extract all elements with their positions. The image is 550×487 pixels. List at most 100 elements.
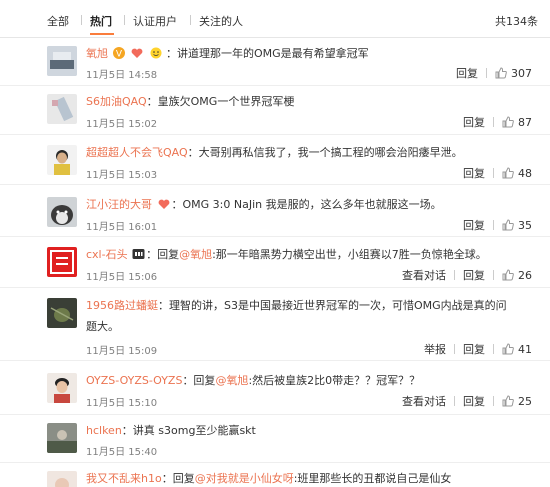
like-count: 26: [518, 268, 532, 282]
tab-all[interactable]: 全部: [47, 13, 69, 29]
vip-v-icon: V: [112, 47, 125, 64]
comment-item: cxl-石头 ：回复@氧旭:那一年暗黑势力横空出世，小组赛以7胜一负惊艳全球。 …: [0, 237, 550, 288]
like-button[interactable]: 87: [502, 116, 532, 129]
comment-panel: 全部 热门 认证用户 关注的人 共134条 氧旭 V ：讲道理那一年的OMG是最…: [0, 0, 550, 487]
comment-separator: ：: [158, 299, 169, 312]
comment-username[interactable]: 江小汪的大哥: [86, 198, 152, 211]
view-conversation-button[interactable]: 查看对话: [402, 393, 446, 409]
comment-username[interactable]: 超超超人不会飞QAQ: [86, 146, 188, 159]
avatar[interactable]: [47, 145, 77, 175]
thumbs-up-icon: [502, 167, 514, 179]
tab-verified[interactable]: 认证用户: [133, 13, 177, 29]
avatar[interactable]: [47, 94, 77, 124]
comment-username[interactable]: cxl-石头: [86, 248, 128, 261]
thumbs-up-icon: [502, 269, 514, 281]
comment-username[interactable]: 1956路过蟠蜓: [86, 299, 158, 312]
mention-link[interactable]: @对我就是小仙女呀: [195, 472, 294, 485]
like-count: 87: [518, 115, 532, 129]
heart-badge-icon: [130, 47, 144, 64]
comment-item: OYZS-OYZS-OYZS：回复@氧旭:然后被皇族2比0带走？？冠军？？ 11…: [0, 361, 550, 415]
avatar[interactable]: [47, 247, 77, 277]
comment-text: 理智的讲，S3是中国最接近世界冠军的一次，可惜OMG内战是真的问: [169, 299, 507, 312]
comment-text: OMG 3:0 NaJin 我是服的，这么多年也就服这一场。: [182, 198, 442, 211]
comment-time: 11月5日 14:58: [86, 70, 158, 81]
like-count: 35: [518, 218, 532, 232]
comment-text: 大哥别再私信我了，我一个搞工程的哪会治阳痿早泄。: [198, 146, 463, 159]
comment-text: :那一年暗黑势力横空出世，小组赛以7胜一负惊艳全球。: [212, 248, 487, 261]
avatar[interactable]: [47, 373, 77, 403]
view-conversation-button[interactable]: 查看对话: [402, 267, 446, 283]
avatar[interactable]: [47, 298, 77, 328]
emoji-face-icon: [150, 47, 162, 64]
like-button[interactable]: 41: [502, 343, 532, 356]
comment-item: 超超超人不会飞QAQ：大哥别再私信我了，我一个搞工程的哪会治阳痿早泄。 11月5…: [0, 135, 550, 185]
thumbs-up-icon: [502, 343, 514, 355]
comment-time: 11月5日 15:10: [86, 398, 158, 409]
comment-text: 讲真 s3omg至少能赢skt: [132, 424, 256, 437]
comment-time: 11月5日 15:40: [86, 447, 158, 458]
comment-separator: ：: [187, 146, 199, 159]
reply-prefix: ：回复: [146, 248, 180, 261]
like-count: 48: [518, 166, 532, 180]
comment-text-continued: 题大。: [86, 320, 119, 333]
like-count: 307: [511, 66, 532, 80]
like-button[interactable]: 35: [502, 219, 532, 232]
comment-time: 11月5日 15:09: [86, 346, 158, 357]
comment-separator: ：: [146, 95, 158, 108]
like-count: 41: [518, 342, 532, 356]
avatar[interactable]: [47, 197, 77, 227]
comment-text: :班里那些长的丑都说自己是仙女: [293, 472, 452, 485]
like-button[interactable]: 48: [502, 167, 532, 180]
thumbs-up-icon: [502, 395, 514, 407]
tab-following[interactable]: 关注的人: [199, 13, 243, 29]
like-button[interactable]: 25: [502, 395, 532, 408]
comment-item: 氧旭 V ：讲道理那一年的OMG是最有希望拿冠军 11月5日 14:58 回复 3…: [0, 38, 550, 86]
mention-link[interactable]: @氧旭: [179, 248, 212, 261]
comment-separator: ：: [166, 47, 177, 60]
comment-filter-tabs: 全部 热门 认证用户 关注的人 共134条: [0, 0, 550, 38]
comment-username[interactable]: hclken: [86, 424, 122, 437]
comment-item: 1956路过蟠蜓：理智的讲，S3是中国最接近世界冠军的一次，可惜OMG内战是真的…: [0, 288, 550, 361]
reply-button[interactable]: 回复: [463, 267, 485, 283]
comment-separator: ：: [121, 424, 133, 437]
comment-username[interactable]: 我又不乱来h1o: [86, 472, 162, 485]
reply-prefix: ：回复: [161, 472, 195, 485]
comment-username[interactable]: S6加油QAQ: [86, 95, 147, 108]
avatar[interactable]: [47, 423, 77, 453]
avatar[interactable]: [47, 46, 77, 76]
reply-button[interactable]: 回复: [463, 114, 485, 130]
tab-divider: [124, 15, 125, 25]
active-tab-indicator: [90, 33, 114, 35]
thumbs-up-icon: [502, 219, 514, 231]
thumbs-up-icon: [495, 67, 507, 79]
reply-button[interactable]: 回复: [463, 393, 485, 409]
reply-button[interactable]: 回复: [463, 165, 485, 181]
comment-text: 讲道理那一年的OMG是最有希望拿冠军: [177, 47, 369, 60]
comment-username[interactable]: OYZS-OYZS-OYZS: [86, 374, 182, 387]
comment-item: hclken：讲真 s3omg至少能赢skt 11月5日 15:40: [0, 415, 550, 463]
comment-text: 皇族欠OMG一个世界冠军梗: [157, 95, 295, 108]
like-button[interactable]: 307: [495, 67, 532, 80]
comment-text: :然后被皇族2比0带走？？冠军？？: [248, 374, 421, 387]
like-count: 25: [518, 394, 532, 408]
comment-item: 江小汪的大哥 ：OMG 3:0 NaJin 我是服的，这么多年也就服这一场。 1…: [0, 185, 550, 237]
mention-link[interactable]: @氧旭: [215, 374, 248, 387]
comment-count: 共134条: [495, 15, 538, 28]
comment-username[interactable]: 氧旭: [86, 47, 108, 60]
comment-time: 11月5日 16:01: [86, 222, 158, 233]
reply-button[interactable]: 回复: [463, 341, 485, 357]
reply-button[interactable]: 回复: [463, 217, 485, 233]
comment-time: 11月5日 15:02: [86, 119, 158, 130]
level-badge-icon: [132, 248, 145, 265]
comment-item: 我又不乱来h1o：回复@对我就是小仙女呀:班里那些长的丑都说自己是仙女: [0, 463, 550, 487]
comment-separator: ：: [171, 198, 183, 211]
like-button[interactable]: 26: [502, 269, 532, 282]
tab-hot[interactable]: 热门: [90, 13, 112, 29]
avatar[interactable]: [47, 471, 77, 487]
comment-time: 11月5日 15:03: [86, 170, 158, 181]
comment-item: S6加油QAQ：皇族欠OMG一个世界冠军梗 11月5日 15:02 回复 87: [0, 86, 550, 135]
report-button[interactable]: 举报: [424, 341, 446, 357]
tab-divider: [81, 15, 82, 25]
reply-button[interactable]: 回复: [456, 65, 478, 81]
thumbs-up-icon: [502, 116, 514, 128]
